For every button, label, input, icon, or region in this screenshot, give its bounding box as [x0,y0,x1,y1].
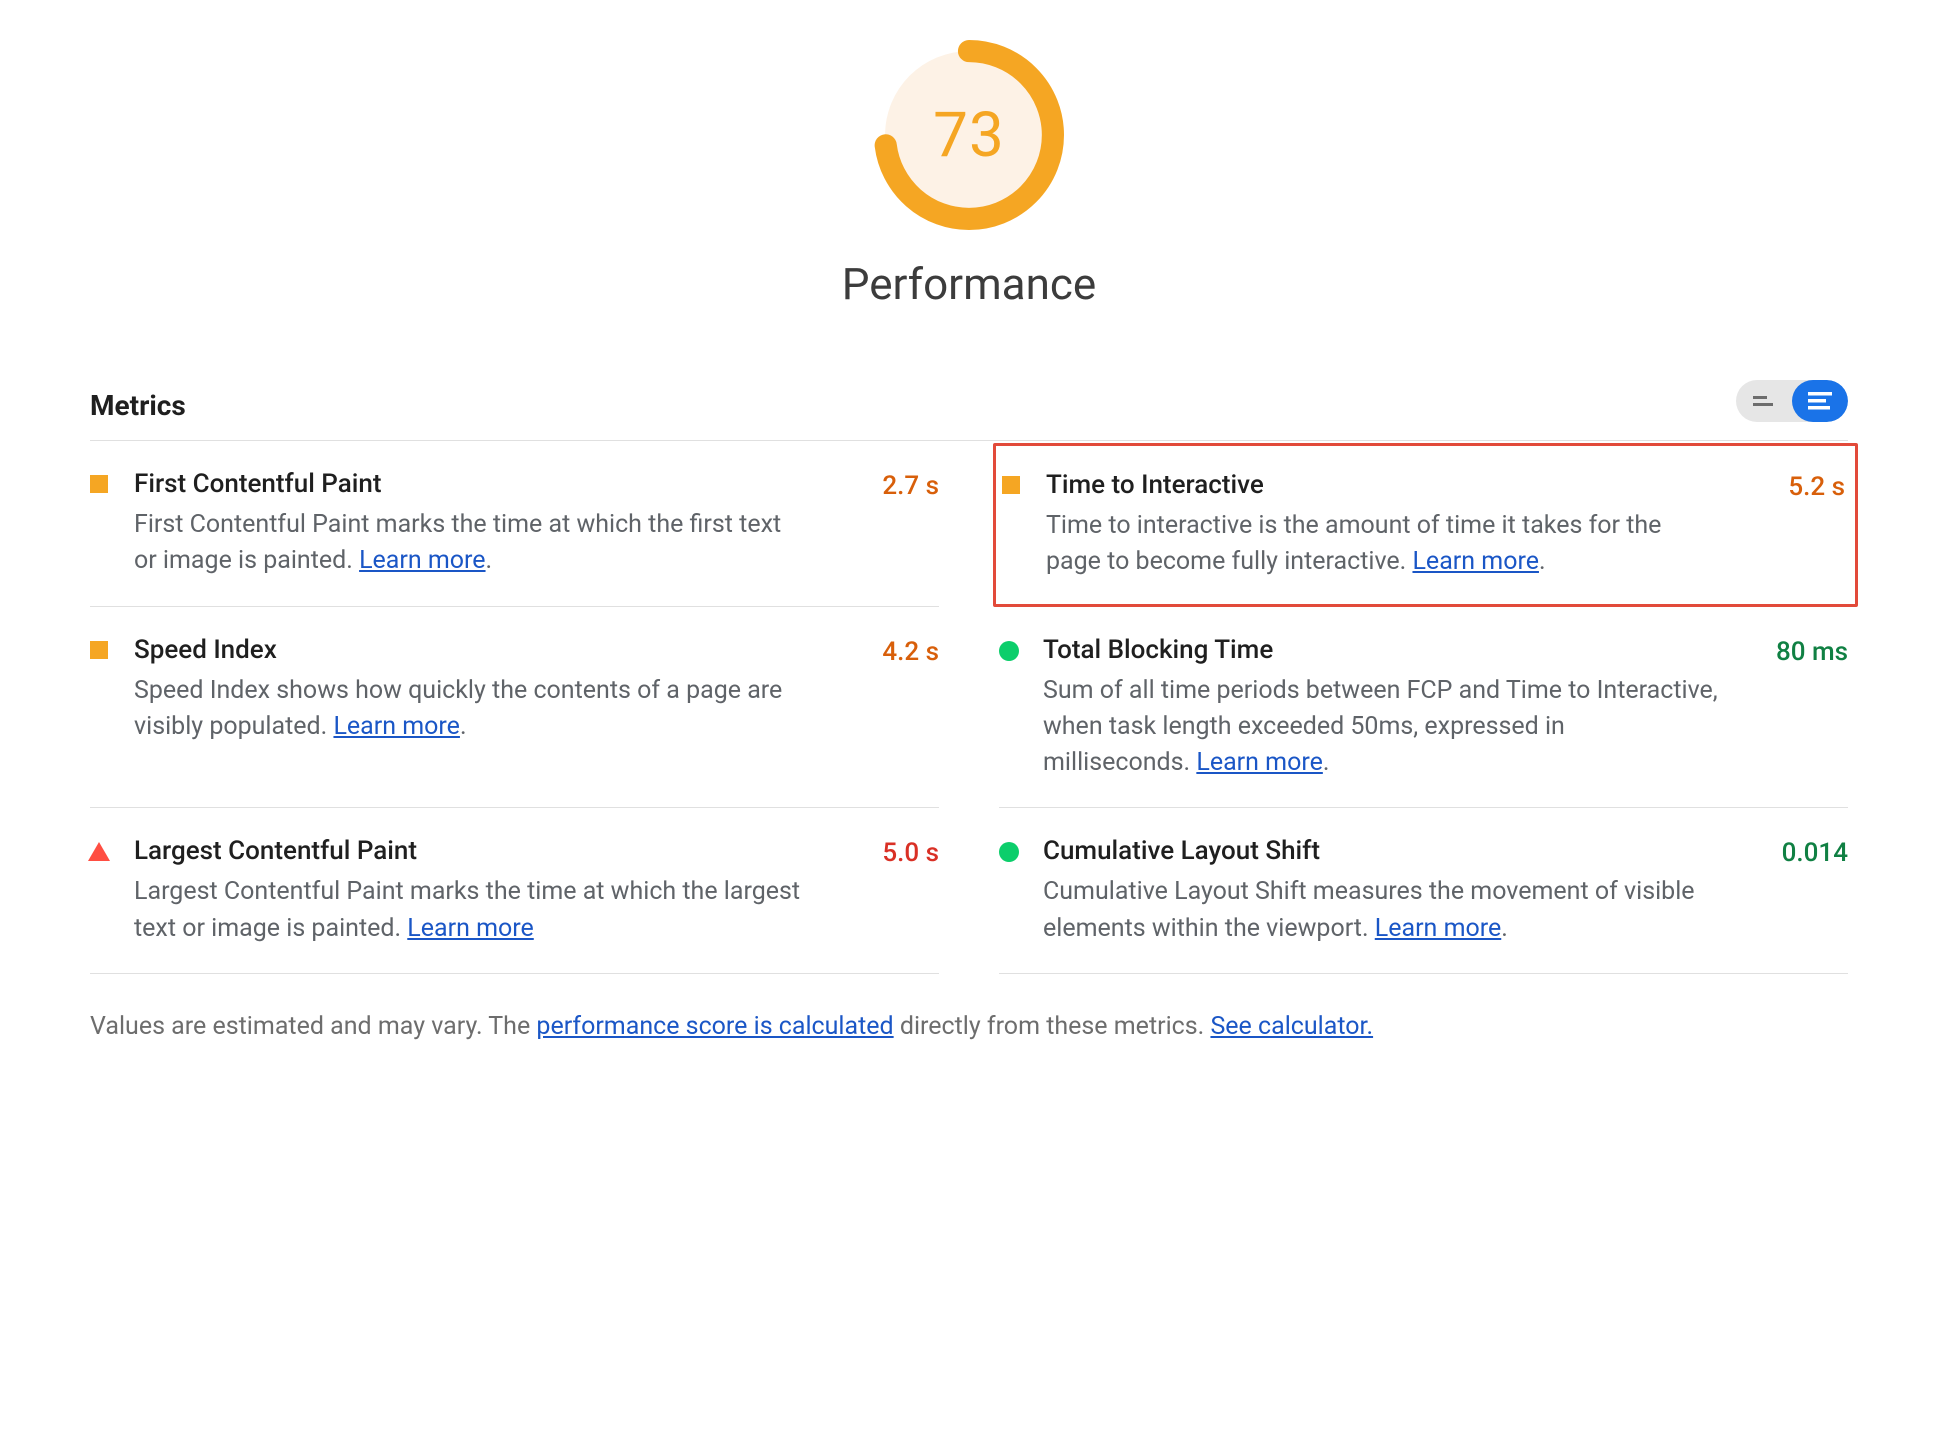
metric-si: Speed Index Speed Index shows how quickly… [90,607,939,809]
metric-value: 5.0 s [829,836,939,947]
metric-value: 4.2 s [829,635,939,782]
metric-title: Speed Index [134,635,809,665]
metric-description: First Contentful Paint marks the time at… [134,507,809,580]
metric-value: 2.7 s [829,469,939,580]
footer-note: Values are estimated and may vary. The p… [90,1012,1848,1041]
metric-description: Sum of all time periods between FCP and … [1043,673,1718,782]
learn-more-link[interactable]: Learn more [1375,914,1501,943]
view-expanded-button[interactable] [1792,380,1848,422]
metric-fcp: First Contentful Paint First Contentful P… [90,441,939,607]
metric-value: 0.014 [1738,836,1848,947]
metric-tbt: Total Blocking Time Sum of all time perio… [999,607,1848,809]
triangle-fail-icon [88,842,110,861]
metric-description: Cumulative Layout Shift measures the mov… [1043,874,1718,947]
perf-score-calc-link[interactable]: performance score is calculated [536,1012,893,1041]
square-average-icon [90,475,108,493]
metric-lcp: Largest Contentful Paint Largest Contentf… [90,808,939,974]
category-title: Performance [842,258,1097,310]
circle-pass-icon [999,842,1019,862]
metric-value: 80 ms [1738,635,1848,782]
learn-more-link[interactable]: Learn more [333,712,459,741]
metric-title: Total Blocking Time [1043,635,1718,665]
view-compact-button[interactable] [1736,380,1792,422]
metric-cls: Cumulative Layout Shift Cumulative Layout… [999,808,1848,974]
metric-description: Time to interactive is the amount of tim… [1046,508,1715,581]
metric-description: Speed Index shows how quickly the conten… [134,673,809,746]
metric-title: Largest Contentful Paint [134,836,809,866]
square-average-icon [1002,476,1020,494]
square-average-icon [90,641,108,659]
metric-tti: Time to Interactive Time to interactive i… [993,443,1858,607]
see-calculator-link[interactable]: See calculator. [1210,1012,1373,1041]
metric-title: Cumulative Layout Shift [1043,836,1718,866]
learn-more-link[interactable]: Learn more [1412,547,1538,576]
metric-title: First Contentful Paint [134,469,809,499]
metric-value: 5.2 s [1735,470,1845,582]
circle-pass-icon [999,641,1019,661]
score-gauge: 73 [874,40,1064,230]
metric-description: Largest Contentful Paint marks the time … [134,874,809,947]
metric-title: Time to Interactive [1046,470,1715,500]
learn-more-link[interactable]: Learn more [407,914,533,943]
learn-more-link[interactable]: Learn more [359,546,485,575]
score-value: 73 [874,40,1064,230]
view-toggle[interactable] [1736,380,1848,422]
metrics-heading: Metrics [90,389,186,422]
learn-more-link[interactable]: Learn more [1196,748,1322,777]
performance-gauge-section: 73 Performance [90,40,1848,310]
